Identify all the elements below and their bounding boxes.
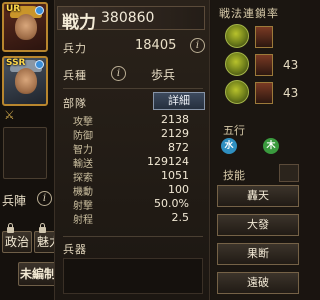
skill-button-2[interactable]: 大發 xyxy=(217,214,299,236)
unassigned-button[interactable]: 未編制 xyxy=(18,262,58,286)
skill-button-1[interactable]: 轟天 xyxy=(217,185,299,207)
stats-panel: 戦力 380860 兵力 18405 i 兵種 i 歩兵 部隊 詳細 攻撃 21… xyxy=(54,0,210,300)
combat-power-box: 戦力 380860 xyxy=(57,6,205,33)
stat-value: 100 xyxy=(168,183,189,196)
camera-icon xyxy=(35,60,44,69)
formation-label: 兵陣 xyxy=(2,194,27,208)
tactic-icon[interactable] xyxy=(225,80,249,104)
tactic-chain-title: 戦法連鎖率 xyxy=(219,7,279,20)
stat-name: 攻撃 xyxy=(73,117,93,128)
politics-button[interactable]: 政治 xyxy=(2,223,32,253)
camera-icon xyxy=(35,6,44,15)
empty-general-slot[interactable] xyxy=(3,127,47,179)
skills-toggle[interactable] xyxy=(279,164,299,182)
troop-type-info-icon[interactable]: i xyxy=(111,66,126,81)
troops-label: 兵力 xyxy=(63,42,87,55)
face-graphic xyxy=(15,68,37,94)
mini-portrait xyxy=(255,54,273,76)
stat-name: 射撃 xyxy=(73,201,93,212)
stats-list: 攻撃 2138 防御 2129 智力 872 輸送 129124 探索 1051… xyxy=(55,113,211,233)
tactics-panel: 戦法連鎖率 43 43 五行 水 木 技能 轟天 大發 果断 遠破 xyxy=(211,0,300,300)
stat-name: 機動 xyxy=(73,187,93,198)
stat-value: 2.5 xyxy=(171,211,190,224)
face-graphic xyxy=(15,14,37,40)
lock-icon xyxy=(7,223,14,233)
unassigned-button-label: 未編制 xyxy=(19,267,56,281)
general-portrait-column: UR SSR ⚔ 兵陣 i 政治 魅力 未編制 xyxy=(0,0,64,300)
chain-rate-value: 43 xyxy=(283,58,299,72)
mini-portrait xyxy=(255,26,273,48)
stat-value: 50.0% xyxy=(154,197,189,210)
element-icon: 水 xyxy=(221,138,237,154)
troops-value: 18405 xyxy=(135,38,177,53)
stat-value: 1051 xyxy=(161,169,189,182)
general-portrait-2[interactable]: SSR xyxy=(2,56,48,106)
stat-name: 探索 xyxy=(73,173,93,184)
divider xyxy=(63,88,203,89)
mini-portrait xyxy=(255,82,273,104)
stat-value: 2138 xyxy=(161,113,189,126)
combat-power-value: 380860 xyxy=(101,10,155,26)
troop-type-label: 兵種 xyxy=(63,69,87,82)
sword-icon: ⚔ xyxy=(4,108,15,122)
skills-label: 技能 xyxy=(223,169,245,182)
weapon-label: 兵器 xyxy=(63,243,87,256)
element-icon: 木 xyxy=(263,138,279,154)
weapon-slot[interactable] xyxy=(63,258,203,294)
five-elements-label: 五行 xyxy=(223,124,245,137)
chain-rate-value: 43 xyxy=(283,86,299,100)
stat-value: 129124 xyxy=(147,155,189,168)
stat-name: 防御 xyxy=(73,131,93,142)
stat-value: 2129 xyxy=(161,127,189,140)
skill-button-3[interactable]: 果断 xyxy=(217,243,299,265)
troops-info-icon[interactable]: i xyxy=(190,38,205,53)
tactic-icon[interactable] xyxy=(225,52,249,76)
formation-info-icon[interactable]: i xyxy=(37,191,52,206)
lock-icon xyxy=(39,223,46,233)
unit-label: 部隊 xyxy=(63,97,87,110)
combat-power-label: 戦力 xyxy=(62,13,96,33)
troop-type-value: 歩兵 xyxy=(151,68,176,82)
stat-name: 射程 xyxy=(73,215,93,226)
rarity-badge: SSR xyxy=(6,58,26,68)
rarity-badge: UR xyxy=(6,4,21,14)
general-portrait-1[interactable]: UR xyxy=(2,2,48,52)
divider xyxy=(63,236,203,237)
skill-button-4[interactable]: 遠破 xyxy=(217,272,299,294)
detail-button[interactable]: 詳細 xyxy=(153,92,205,110)
tactic-icon[interactable] xyxy=(225,24,249,48)
stat-value: 872 xyxy=(168,141,189,154)
stat-name: 智力 xyxy=(73,145,93,156)
politics-button-label: 政治 xyxy=(4,235,29,249)
stat-name: 輸送 xyxy=(73,159,93,170)
